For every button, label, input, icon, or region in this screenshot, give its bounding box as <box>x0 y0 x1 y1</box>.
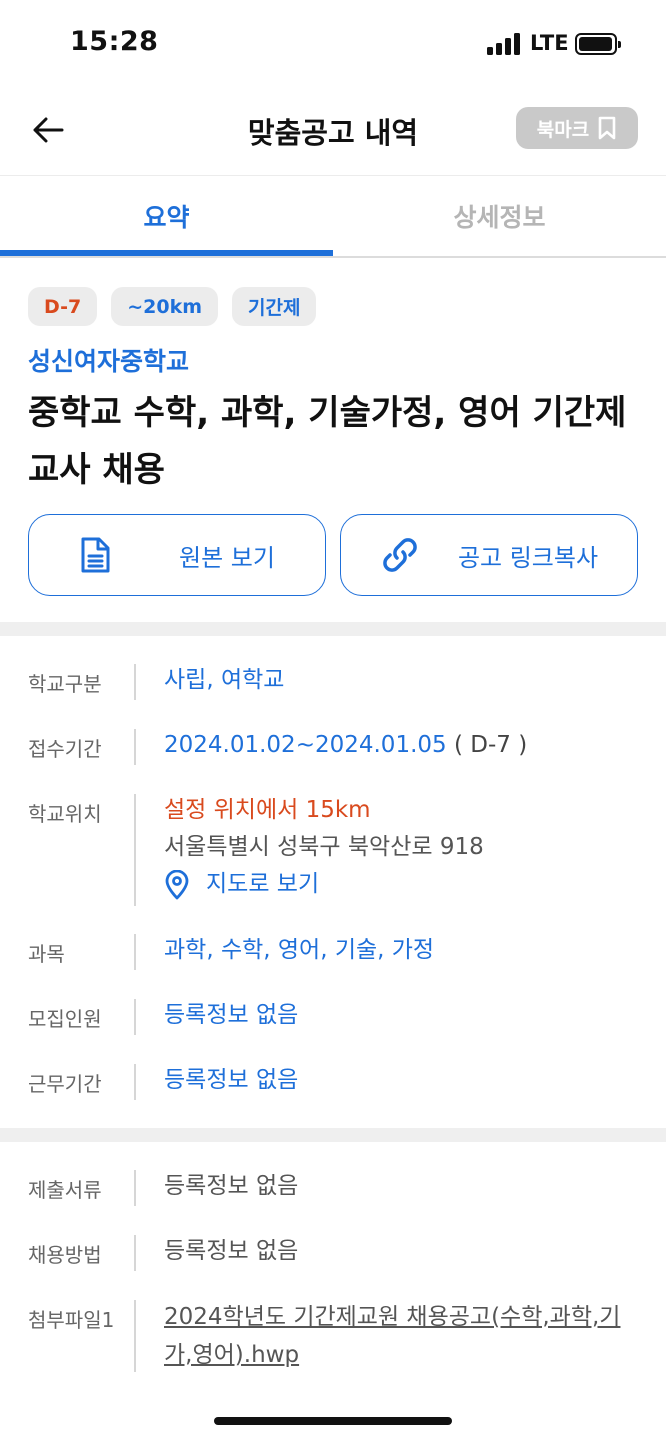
application-dday: ( D-7 ) <box>453 732 528 758</box>
info-separator <box>134 1300 136 1372</box>
info-label: 제출서류 <box>28 1178 102 1202</box>
app-header: 맞춤공고 내역 북마크 <box>0 90 666 176</box>
home-indicator <box>214 1417 452 1425</box>
section-divider <box>0 1128 666 1142</box>
status-bar: 15:28 LTE <box>0 0 666 90</box>
tab-summary[interactable]: 요약 <box>0 176 333 256</box>
status-time: 15:28 <box>70 26 159 57</box>
info-value: 등록정보 없음 <box>164 1067 299 1093</box>
signal-icon <box>487 33 521 55</box>
school-name: 성신여자중학교 <box>28 347 190 376</box>
location-values: 설정 위치에서 15km 서울특별시 성북구 북악산로 918 지도로 보기 <box>164 792 484 903</box>
info-separator <box>134 729 136 765</box>
info-label: 채용방법 <box>28 1243 102 1267</box>
info-value: 2024.01.02~2024.01.05 ( D-7 ) <box>164 727 527 764</box>
info-label: 학교위치 <box>28 802 102 826</box>
info-separator <box>134 1064 136 1100</box>
network-label: LTE <box>530 31 569 55</box>
view-original-button[interactable]: 원본 보기 <box>28 514 326 596</box>
info-separator <box>134 934 136 970</box>
info-value: 등록정보 없음 <box>164 1002 299 1028</box>
info-separator <box>134 999 136 1035</box>
info-value: 등록정보 없음 <box>164 1238 299 1264</box>
battery-icon <box>575 33 621 55</box>
view-original-label: 원본 보기 <box>179 543 275 572</box>
tab-detail[interactable]: 상세정보 <box>333 176 666 256</box>
section-divider <box>0 622 666 636</box>
info-separator <box>134 1235 136 1271</box>
job-title: 중학교 수학, 과학, 기술가정, 영어 기간제 교사 채용 <box>28 393 627 490</box>
tab-bar: 요약 상세정보 <box>0 176 666 258</box>
map-link-label: 지도로 보기 <box>206 871 320 897</box>
link-icon <box>383 538 417 572</box>
info-separator <box>134 794 136 906</box>
distance-badge: ~20km <box>111 287 219 326</box>
employment-type-badge: 기간제 <box>232 287 317 326</box>
info-label: 첨부파일1 <box>28 1308 115 1332</box>
info-label: 접수기간 <box>28 737 102 761</box>
info-label: 과목 <box>28 942 65 966</box>
info-separator <box>134 664 136 700</box>
document-icon <box>81 537 110 573</box>
bookmark-label: 북마크 <box>536 118 590 141</box>
info-value: 과학, 수학, 영어, 기술, 가정 <box>164 937 435 963</box>
info-label: 학교구분 <box>28 672 102 696</box>
location-address: 서울특별시 성북구 북악산로 918 <box>164 834 484 860</box>
location-distance: 설정 위치에서 15km <box>164 797 371 823</box>
map-link[interactable]: 지도로 보기 <box>164 866 484 903</box>
bookmark-button[interactable]: 북마크 <box>516 107 638 149</box>
attachment-link[interactable]: 2024학년도 기간제교원 채용공고(수학,과학,기가,영어).hwp <box>164 1298 644 1374</box>
info-value: 등록정보 없음 <box>164 1173 299 1199</box>
action-row: 원본 보기 공고 링크복사 <box>28 514 638 596</box>
copy-link-button[interactable]: 공고 링크복사 <box>340 514 638 596</box>
badge-row: D-7 ~20km 기간제 <box>28 287 317 326</box>
copy-link-label: 공고 링크복사 <box>457 543 599 572</box>
info-label: 근무기간 <box>28 1072 102 1096</box>
bookmark-icon <box>598 116 616 140</box>
info-separator <box>134 1170 136 1206</box>
info-value: 사립, 여학교 <box>164 667 285 693</box>
tab-active-indicator <box>0 250 333 256</box>
location-pin-icon <box>165 869 189 899</box>
application-dates: 2024.01.02~2024.01.05 <box>164 732 447 758</box>
info-label: 모집인원 <box>28 1007 102 1031</box>
dday-badge: D-7 <box>28 287 98 326</box>
